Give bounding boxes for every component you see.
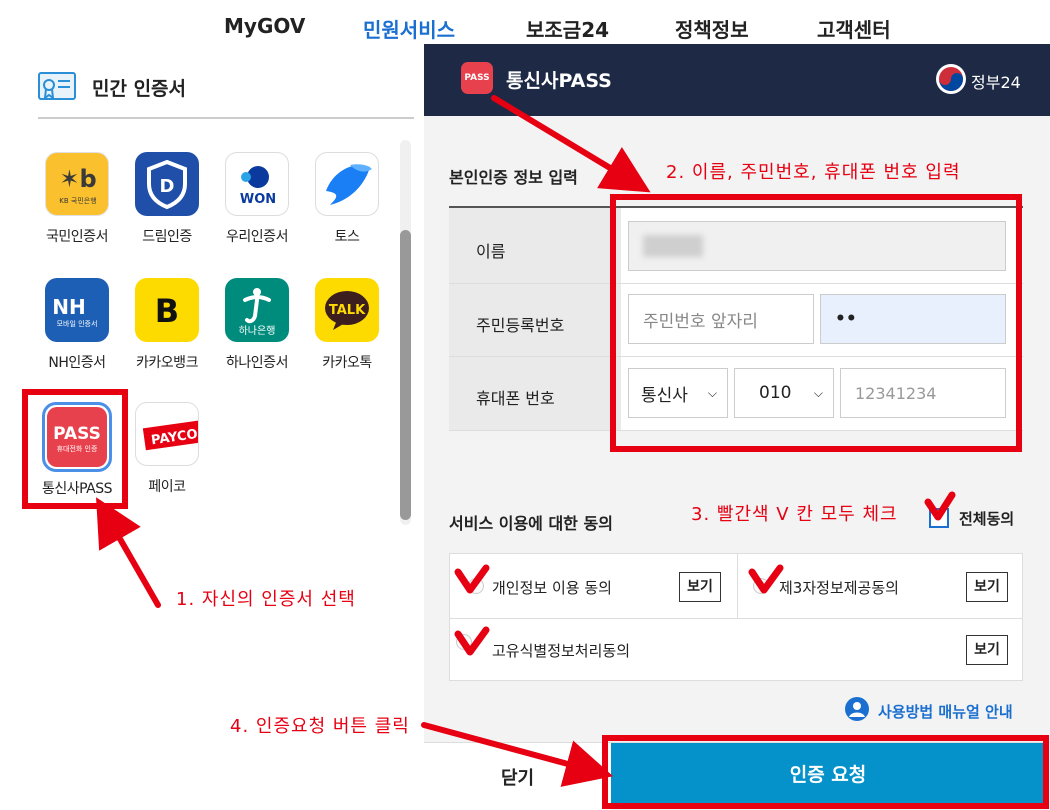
- check-mark-icon: [924, 491, 956, 521]
- annotation-arrows: [96, 95, 956, 787]
- check-mark-icon: [454, 564, 490, 594]
- arrow-step4: [421, 722, 614, 787]
- arrow-step2: [491, 95, 651, 193]
- check-mark-icon: [454, 626, 490, 656]
- arrow-step1: [96, 497, 161, 608]
- check-mark-icon: [748, 564, 784, 594]
